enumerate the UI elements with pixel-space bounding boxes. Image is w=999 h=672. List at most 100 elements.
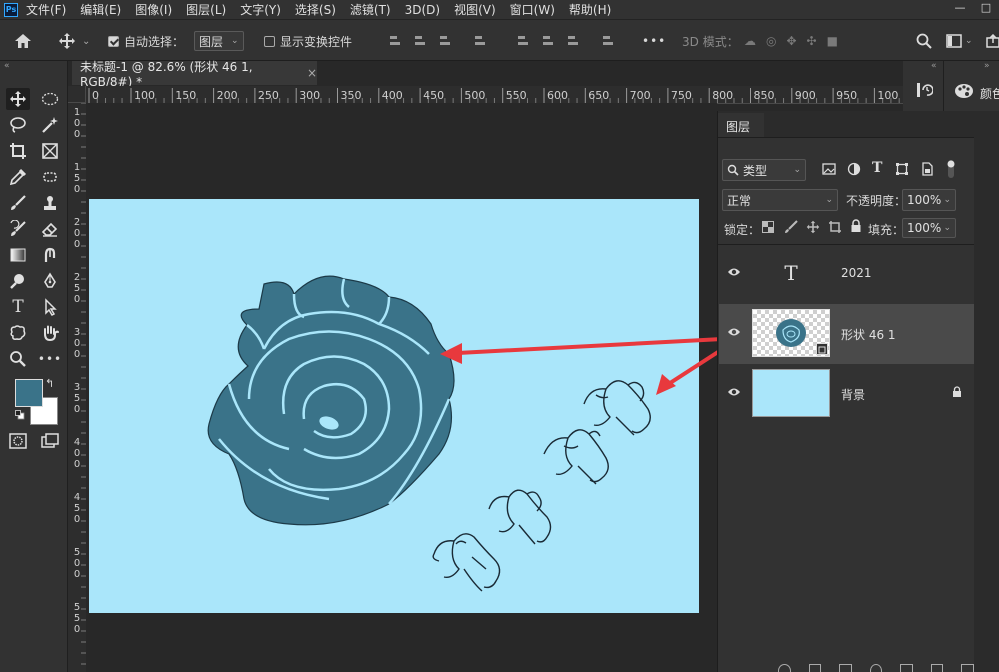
- pen-tool-icon[interactable]: [38, 270, 62, 292]
- gradient-tool-icon[interactable]: [6, 244, 30, 266]
- default-colors-icon[interactable]: [15, 409, 25, 420]
- color-panel-tab[interactable]: » 颜色: [943, 61, 999, 111]
- filter-adjustment-layers-icon[interactable]: [847, 162, 861, 179]
- frame-tool-icon[interactable]: [38, 140, 62, 162]
- hand-tool-icon[interactable]: [38, 322, 62, 344]
- clone-stamp-tool-icon[interactable]: [38, 192, 62, 214]
- vertical-ruler[interactable]: 100150200250300350400450500550: [68, 103, 87, 672]
- screen-mode-icon[interactable]: [38, 430, 62, 452]
- show-transform-controls-checkbox[interactable]: [264, 35, 275, 47]
- layer-visibility-eye-icon[interactable]: [727, 266, 741, 280]
- type-tool-icon[interactable]: T: [6, 296, 30, 318]
- align-hcenter-icon[interactable]: [413, 34, 425, 48]
- maximize-button[interactable]: □: [973, 0, 999, 19]
- eraser-tool-icon[interactable]: [38, 218, 62, 240]
- 3d-pan-icon[interactable]: ✥: [786, 34, 796, 48]
- foreground-color-swatch[interactable]: [15, 379, 43, 407]
- spot-healing-tool-icon[interactable]: [38, 166, 62, 188]
- align-right-icon[interactable]: [438, 34, 450, 48]
- 3d-slide-icon[interactable]: ✣: [807, 34, 817, 48]
- layer-row-text[interactable]: T 2021: [719, 244, 975, 304]
- 3d-orbit-icon[interactable]: ☁: [744, 34, 756, 48]
- auto-select-checkbox[interactable]: [108, 35, 119, 47]
- close-tab-icon[interactable]: ×: [307, 66, 317, 80]
- filter-toggle-switch[interactable]: [946, 158, 955, 178]
- minimize-button[interactable]: —: [947, 0, 973, 19]
- fill-input[interactable]: 100% ⌄: [902, 218, 956, 238]
- layer-name[interactable]: 形状 46 1: [841, 326, 896, 343]
- lock-all-icon[interactable]: [850, 219, 862, 236]
- document-canvas[interactable]: [89, 199, 699, 613]
- more-options-button[interactable]: •••: [642, 31, 666, 51]
- lock-position-icon[interactable]: [806, 220, 820, 237]
- brush-tool-icon[interactable]: [6, 192, 30, 214]
- layer-row-shape-selected[interactable]: 形状 46 1: [719, 304, 975, 364]
- chevron-down-icon[interactable]: ⌄: [82, 36, 90, 47]
- menu-edit[interactable]: 编辑(E): [80, 1, 121, 18]
- add-mask-icon[interactable]: [839, 664, 852, 672]
- filter-smart-objects-icon[interactable]: [920, 162, 934, 179]
- align-top-icon[interactable]: [516, 34, 528, 48]
- menu-3d[interactable]: 3D(D): [405, 3, 440, 17]
- menu-help[interactable]: 帮助(H): [569, 1, 611, 18]
- swap-colors-icon[interactable]: ↰: [45, 377, 54, 390]
- align-left-icon[interactable]: [388, 34, 400, 48]
- menu-file[interactable]: 文件(F): [26, 1, 66, 18]
- align-bottom-icon[interactable]: [566, 34, 578, 48]
- menu-image[interactable]: 图像(I): [135, 1, 172, 18]
- workspace-switcher-icon[interactable]: ⌄: [946, 31, 973, 51]
- layer-name[interactable]: 背景: [841, 386, 865, 403]
- zoom-tool-icon[interactable]: [6, 348, 30, 370]
- layer-visibility-eye-icon[interactable]: [727, 326, 741, 340]
- share-icon[interactable]: [986, 31, 999, 51]
- dodge-tool-icon[interactable]: [6, 270, 30, 292]
- move-tool-icon[interactable]: [6, 88, 30, 110]
- document-tab[interactable]: 未标题-1 @ 82.6% (形状 46 1, RGB/8#) * ×: [72, 60, 317, 89]
- 3d-camera-icon[interactable]: ■: [827, 34, 838, 48]
- ruler-origin[interactable]: [68, 86, 86, 103]
- tab-layers[interactable]: 图层: [718, 113, 764, 137]
- menu-select[interactable]: 选择(S): [295, 1, 336, 18]
- menu-layer[interactable]: 图层(L): [186, 1, 226, 18]
- filter-type-layers-icon[interactable]: T: [872, 160, 882, 176]
- more-tools-icon[interactable]: •••: [38, 348, 62, 370]
- align-vcenter-icon[interactable]: [541, 34, 553, 48]
- move-tool-preset-icon[interactable]: ⌄: [58, 31, 90, 51]
- layer-filter-dropdown[interactable]: 类型 ⌄: [722, 159, 806, 181]
- opacity-input[interactable]: 100% ⌄: [902, 189, 956, 211]
- 3d-roll-icon[interactable]: ◎: [766, 34, 776, 48]
- magic-wand-tool-icon[interactable]: [38, 114, 62, 136]
- home-icon[interactable]: [14, 31, 32, 51]
- menu-window[interactable]: 窗口(W): [510, 1, 555, 18]
- horizontal-ruler[interactable]: 0 100 150 200 250 300 350 400 450 500 550 600 650 700…: [86, 86, 903, 104]
- layer-name[interactable]: 2021: [841, 266, 872, 280]
- smudge-tool-icon[interactable]: [38, 244, 62, 266]
- link-layers-icon[interactable]: [778, 664, 791, 672]
- new-group-icon[interactable]: [900, 664, 913, 672]
- crop-tool-icon[interactable]: [6, 140, 30, 162]
- filter-pixel-layers-icon[interactable]: [822, 162, 836, 179]
- expand-dock-icon[interactable]: «: [931, 61, 937, 71]
- auto-select-target-dropdown[interactable]: 图层 ⌄: [194, 31, 244, 51]
- lasso-tool-icon[interactable]: [6, 114, 30, 136]
- layer-row-background[interactable]: 背景: [719, 364, 975, 424]
- distribute-vertical-icon[interactable]: [473, 34, 485, 48]
- blend-mode-dropdown[interactable]: 正常 ⌄: [722, 189, 838, 211]
- collapse-dock-icon[interactable]: »: [984, 61, 990, 71]
- collapse-toolbar-icon[interactable]: «: [4, 61, 10, 71]
- marquee-tool-icon[interactable]: [38, 88, 62, 110]
- lock-image-pixels-icon[interactable]: [784, 220, 798, 237]
- lock-artboard-icon[interactable]: [828, 220, 842, 237]
- lock-transparent-pixels-icon[interactable]: [762, 221, 774, 236]
- custom-shape-tool-icon[interactable]: [6, 322, 30, 344]
- menu-filter[interactable]: 滤镜(T): [350, 1, 391, 18]
- distribute-horizontal-icon[interactable]: [601, 34, 613, 48]
- menu-view[interactable]: 视图(V): [454, 1, 496, 18]
- search-icon[interactable]: [916, 31, 932, 51]
- new-layer-icon[interactable]: [930, 664, 944, 672]
- quick-mask-icon[interactable]: [6, 430, 30, 452]
- filter-shape-layers-icon[interactable]: [895, 162, 909, 179]
- path-selection-tool-icon[interactable]: [38, 296, 62, 318]
- layer-visibility-eye-icon[interactable]: [727, 386, 741, 400]
- delete-layer-icon[interactable]: [961, 664, 974, 672]
